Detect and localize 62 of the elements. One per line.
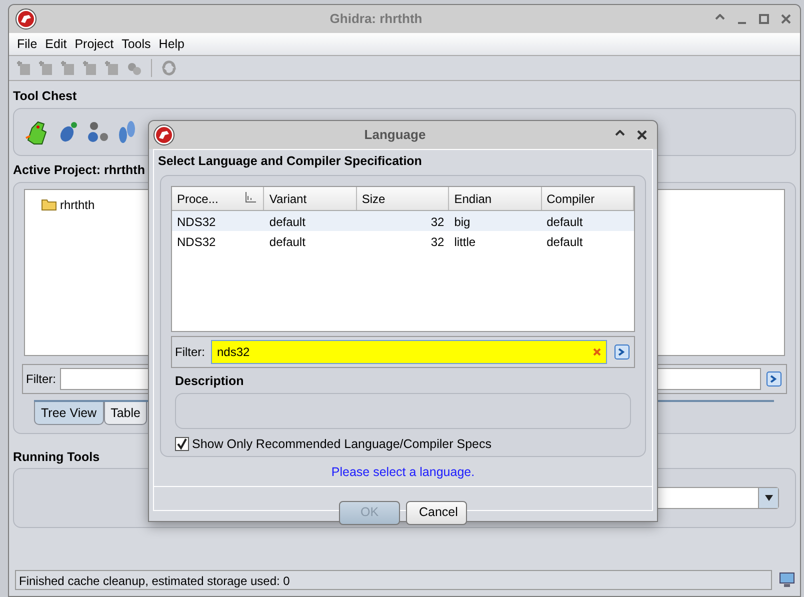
column-header[interactable]: Endian	[449, 186, 542, 210]
section-title: Description	[174, 372, 245, 390]
refresh-icon[interactable]	[160, 59, 178, 77]
table-row[interactable]: NDS32 default 32 big default	[172, 210, 634, 231]
menu-item[interactable]: Help	[154, 34, 189, 54]
table-cell-text: default	[268, 214, 306, 231]
table-cell-text: default	[546, 234, 584, 251]
table-cell-text: NDS32	[176, 234, 217, 251]
section-title: Tool Chest	[12, 88, 78, 105]
app-logo-icon	[15, 8, 37, 30]
document-icon[interactable]	[59, 59, 77, 77]
filter-label: Filter:	[26, 370, 56, 388]
filter-options-icon[interactable]	[765, 370, 783, 388]
checkbox-label[interactable]: Show Only Recommended Language/Compiler Specs	[192, 434, 492, 454]
menu-item[interactable]: File	[13, 34, 42, 54]
menu-item[interactable]: Project	[70, 34, 118, 54]
tab[interactable]: Table	[104, 402, 148, 426]
status-bar: Finished cache cleanup, estimated storage used: 0	[15, 570, 772, 590]
close-icon[interactable]	[637, 130, 647, 140]
column-header[interactable]: Proce...	[177, 190, 218, 207]
filter-label: Filter:	[175, 344, 205, 361]
document-icon[interactable]	[37, 59, 55, 77]
table-cell-text: default	[546, 214, 584, 231]
caret-icon[interactable]	[764, 495, 772, 502]
app-logo-icon	[153, 124, 175, 146]
section-title: Active Project: rhrthth	[12, 162, 146, 179]
dialog-title: Language	[363, 126, 427, 144]
section-title: Select Language and Compiler Specification	[157, 153, 423, 170]
column-header[interactable]: Variant	[264, 186, 357, 210]
checkbox[interactable]	[175, 436, 189, 451]
monitor-icon	[778, 572, 796, 588]
table-cell-text: big	[453, 214, 472, 231]
clear-icon[interactable]	[593, 348, 601, 356]
folder-icon	[41, 198, 57, 211]
tree-item[interactable]: rhrthth	[60, 196, 95, 214]
table-cell-text: 32	[430, 214, 446, 231]
document-icon[interactable]	[103, 59, 121, 77]
menu-item[interactable]: Tools	[118, 34, 155, 54]
column-header[interactable]: Compiler	[542, 186, 634, 210]
filter-value: nds32	[217, 344, 251, 361]
column-header[interactable]: Size	[356, 186, 450, 210]
collapse-icon[interactable]	[715, 14, 725, 20]
filter-options-icon[interactable]	[613, 342, 631, 361]
maximize-icon[interactable]	[759, 14, 769, 24]
table-cell-text: default	[268, 234, 306, 251]
tab[interactable]: Tree View	[34, 402, 104, 426]
window-title: Ghidra: rhrthth	[328, 10, 424, 28]
table-row[interactable]: NDS32 default 32 little default	[172, 230, 634, 251]
filter-field[interactable]: nds32	[211, 340, 607, 364]
document-icon[interactable]	[81, 59, 99, 77]
table-cell-text: little	[453, 234, 477, 251]
table-cell-text: 32	[430, 234, 446, 251]
document-icon[interactable]	[15, 59, 33, 77]
gears-icon[interactable]	[86, 120, 110, 144]
status-message: Please select a language.	[331, 464, 475, 479]
sort-icon[interactable]	[244, 190, 258, 204]
close-icon[interactable]	[781, 14, 791, 24]
menu-item[interactable]: Edit	[41, 34, 71, 54]
table-cell-text: NDS32	[176, 214, 217, 231]
cancel-button[interactable]: Cancel	[406, 500, 467, 524]
collapse-icon[interactable]	[615, 130, 625, 136]
section-title: Running Tools	[12, 448, 101, 466]
